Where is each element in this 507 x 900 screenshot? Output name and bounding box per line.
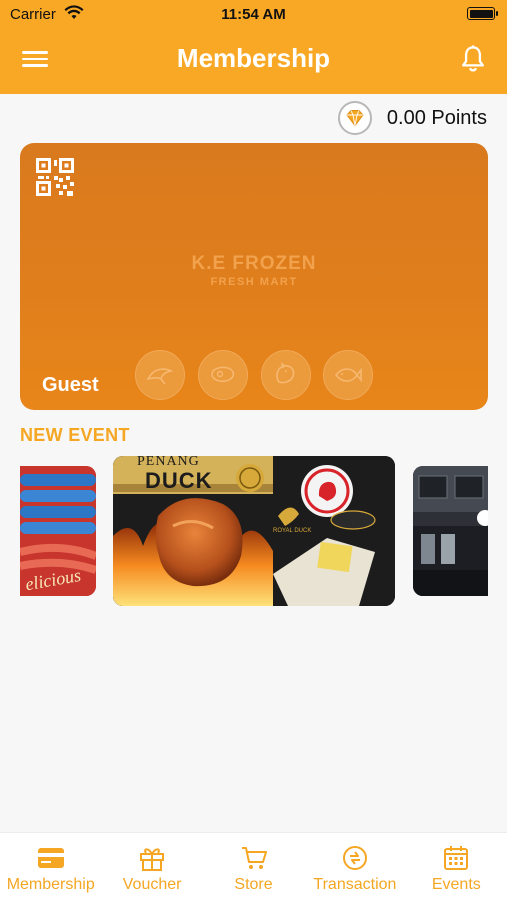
- bottom-tab-bar: Membership Voucher Store Transaction Eve…: [0, 832, 507, 900]
- duck-text: DUCK: [145, 468, 213, 493]
- notification-bell-icon[interactable]: [459, 44, 487, 74]
- transaction-icon: [340, 845, 370, 871]
- page-title: Membership: [176, 43, 331, 73]
- member-name: Guest: [42, 374, 99, 396]
- tab-store-label: Store: [234, 876, 273, 893]
- tab-events-label: Events: [431, 876, 481, 893]
- meat-icon: [198, 350, 248, 400]
- tab-events[interactable]: Events: [406, 833, 507, 900]
- tab-transaction-label: Transaction: [313, 876, 397, 893]
- event-slide-penang-duck[interactable]: PENANG DUCK ROYAL DUCK: [113, 456, 395, 606]
- event-slide-storefront[interactable]: [413, 466, 488, 596]
- diamond-icon: [337, 101, 372, 135]
- new-event-heading: NEW EVENT: [20, 425, 130, 445]
- calendar-icon: [441, 845, 471, 871]
- cart-icon: [239, 845, 269, 871]
- royal-duck-text: ROYAL DUCK: [273, 528, 311, 534]
- status-time: 11:54 AM: [221, 6, 286, 23]
- brand-logo-text: K.E FROZEN: [191, 253, 317, 274]
- brand-subtitle: FRESH MART: [210, 276, 298, 288]
- gift-icon: [137, 845, 167, 871]
- qr-code-icon[interactable]: [36, 158, 74, 196]
- event-slide-sausage[interactable]: elicious: [20, 466, 96, 596]
- status-bar: Carrier 11:54 AM: [0, 0, 507, 28]
- tab-store[interactable]: Store: [203, 833, 304, 900]
- fish-icon: [323, 350, 373, 400]
- points-summary[interactable]: 0.00 Points: [337, 101, 487, 135]
- tab-membership-label: Membership: [6, 876, 95, 893]
- membership-card[interactable]: K.E FROZEN FRESH MART Guest: [20, 143, 488, 410]
- membership-card-icon: [36, 845, 66, 871]
- tab-membership[interactable]: Membership: [0, 833, 101, 900]
- tab-voucher[interactable]: Voucher: [101, 833, 202, 900]
- event-carousel[interactable]: elicious PENANG DUCK ROYAL DUCK: [20, 456, 488, 608]
- app-header: Membership: [0, 28, 507, 94]
- bird-icon: [135, 350, 185, 400]
- tab-transaction[interactable]: Transaction: [304, 833, 405, 900]
- points-value: 0.00 Points: [386, 106, 487, 129]
- battery-icon: [467, 7, 498, 20]
- tab-voucher-label: Voucher: [122, 876, 182, 893]
- chicken-icon: [261, 350, 311, 400]
